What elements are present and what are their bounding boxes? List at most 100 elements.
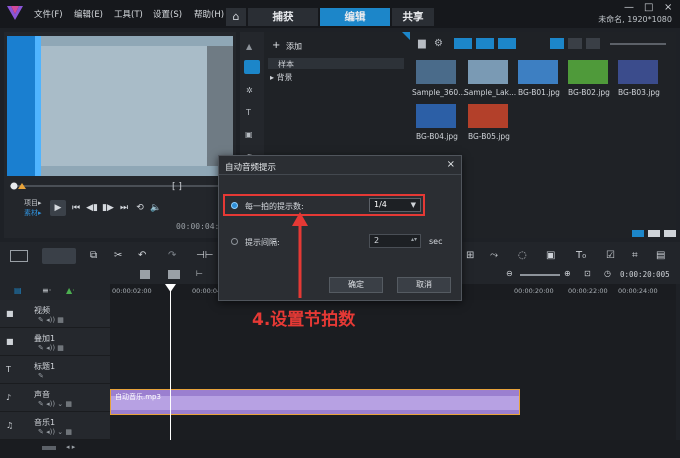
add-icon[interactable]: +: [272, 40, 280, 51]
cue-interval-radio[interactable]: [231, 238, 238, 245]
snap-icon[interactable]: ⊢: [196, 269, 203, 278]
play-button[interactable]: ▶: [50, 200, 66, 216]
subtitle-icon[interactable]: ▤: [656, 250, 665, 261]
repeat-icon[interactable]: ⟲: [132, 200, 148, 216]
library-option-icon[interactable]: [632, 230, 644, 237]
timeline-view-icon[interactable]: [42, 248, 76, 264]
undo-icon[interactable]: ↶: [138, 250, 146, 261]
ripple-icon[interactable]: ≡·: [42, 286, 51, 295]
track-header-video[interactable]: ■ 视频 ✎ ◂)) ▦: [0, 300, 110, 328]
auto-music-icon[interactable]: [168, 270, 180, 279]
fit-icon[interactable]: ⊣⊢: [196, 250, 213, 261]
library-option2-icon[interactable]: [648, 230, 660, 237]
storyboard-view-icon[interactable]: [10, 250, 28, 262]
menu-file[interactable]: 文件(F): [34, 8, 63, 20]
tree-item-background[interactable]: ▸ 背景: [270, 72, 293, 83]
close-icon[interactable]: ×: [447, 159, 455, 170]
menu-settings[interactable]: 设置(S): [153, 8, 182, 20]
video-filter-icon[interactable]: [454, 38, 472, 49]
thumb-sample-360[interactable]: [416, 60, 456, 84]
clock-icon[interactable]: ◷: [604, 269, 611, 278]
playhead[interactable]: [170, 284, 171, 440]
toolbar-tools-icon[interactable]: ✂: [114, 250, 122, 261]
folder-icon[interactable]: ▆: [418, 38, 426, 49]
track-header-title[interactable]: T 标题1 ✎: [0, 356, 110, 384]
project-mode-label[interactable]: 项目▸: [24, 198, 42, 208]
tab-edit[interactable]: 编辑: [320, 8, 390, 26]
zoom-in-icon[interactable]: ⊕: [564, 269, 571, 278]
home-tab-icon[interactable]: ⌂: [226, 8, 246, 26]
thumb-bg-b01[interactable]: [518, 60, 558, 84]
audio-clip[interactable]: 自动音乐.mp3: [110, 389, 520, 415]
motion-icon[interactable]: ⤳: [490, 250, 498, 261]
redo-icon[interactable]: ↷: [168, 250, 176, 261]
menu-help[interactable]: 帮助(H): [194, 8, 224, 20]
menu-tools[interactable]: 工具(T): [114, 8, 143, 20]
go-to-end-icon[interactable]: ⏭: [116, 200, 132, 216]
minimize-button[interactable]: —: [624, 2, 634, 13]
preview-scrub-bar[interactable]: [10, 182, 220, 190]
previous-frame-icon[interactable]: ◀▮: [84, 200, 100, 216]
media-icon[interactable]: [244, 60, 260, 74]
tree-item-sample[interactable]: 样本: [268, 58, 404, 69]
title-icon[interactable]: T: [246, 108, 251, 117]
zoom-slider[interactable]: [520, 274, 560, 276]
thumb-bg-b02[interactable]: [568, 60, 608, 84]
track-manager-icon[interactable]: ⊞: [466, 250, 474, 261]
scroll-arrows-icon[interactable]: ◂ ▸: [66, 443, 75, 451]
volume-icon[interactable]: 🔈: [148, 200, 164, 216]
timeline-scrollbar[interactable]: ◂ ▸: [0, 440, 680, 458]
close-window-button[interactable]: ×: [664, 2, 672, 13]
checkbox-icon[interactable]: ☑: [606, 250, 615, 261]
collapse-up-icon[interactable]: ▲: [246, 42, 252, 51]
track-header-voice[interactable]: ♪ 声音 ✎ ◂)) ⌄ ▦: [0, 384, 110, 412]
tab-share[interactable]: 共享: [392, 8, 434, 26]
clip-mode-label[interactable]: 素材▸: [24, 208, 42, 218]
beats-per-cue-radio[interactable]: [231, 202, 238, 209]
thumb-bg-b04[interactable]: [416, 104, 456, 128]
menu-edit[interactable]: 编辑(E): [74, 8, 103, 20]
graphics-icon[interactable]: ▣: [245, 130, 253, 139]
add-folder-label[interactable]: 添加: [286, 41, 302, 52]
chapter-icon[interactable]: ⌗: [632, 250, 638, 261]
beats-per-cue-select[interactable]: 1/4 ▼: [369, 198, 421, 212]
track-options-icon[interactable]: ✎ ◂)) ▦: [38, 316, 64, 324]
text-icon[interactable]: T₀: [576, 250, 586, 261]
photo-filter-icon[interactable]: [476, 38, 494, 49]
track-options-icon[interactable]: ✎ ◂)) ▦: [38, 344, 64, 352]
list-view-icon[interactable]: [568, 38, 582, 49]
track-options-icon[interactable]: ✎ ◂)) ⌄ ▦: [38, 400, 72, 408]
trim-bracket-buttons[interactable]: [ ]: [172, 182, 182, 192]
transition-icon[interactable]: ✲: [246, 86, 253, 95]
stepper-icon[interactable]: ▴▾: [411, 234, 417, 246]
track-header-overlay[interactable]: ■ 叠加1 ✎ ◂)) ▦: [0, 328, 110, 356]
tab-capture[interactable]: 捕获: [248, 8, 318, 26]
preview-timecode[interactable]: 00:00:04:0: [176, 222, 224, 231]
toolbar-swap-icon[interactable]: ⧉: [90, 250, 97, 261]
library-option3-icon[interactable]: [664, 230, 676, 237]
track-area[interactable]: [110, 300, 676, 440]
fit-project-icon[interactable]: ⊡: [584, 269, 591, 278]
sort-icon[interactable]: [586, 38, 600, 49]
timeline-timecode[interactable]: 0:00:20:005: [620, 270, 670, 279]
next-frame-icon[interactable]: ▮▶: [100, 200, 116, 216]
track-options-icon[interactable]: ✎ ◂)) ⌄ ▦: [38, 428, 72, 436]
ok-button[interactable]: 确定: [329, 277, 383, 293]
mask-icon[interactable]: ◌: [518, 250, 527, 261]
track-options-icon[interactable]: ✎: [38, 372, 44, 380]
thumb-bg-b03[interactable]: [618, 60, 658, 84]
audio-filter-icon[interactable]: [498, 38, 516, 49]
gear-icon[interactable]: ⚙: [434, 38, 443, 49]
thumbnail-size-slider[interactable]: [610, 43, 666, 45]
zoom-out-icon[interactable]: ⊖: [506, 269, 513, 278]
maximize-button[interactable]: □: [644, 2, 653, 13]
scroll-thumb[interactable]: [42, 446, 56, 450]
screen-capture-icon[interactable]: ▣: [546, 250, 555, 261]
track-header-music[interactable]: ♫ 音乐1 ✎ ◂)) ⌄ ▦: [0, 412, 110, 440]
thumbnail-view-icon[interactable]: [550, 38, 564, 49]
thumb-bg-b05[interactable]: [468, 104, 508, 128]
mixer-icon[interactable]: [140, 270, 150, 279]
cue-interval-input[interactable]: 2 ▴▾: [369, 234, 421, 248]
thumb-sample-lake[interactable]: [468, 60, 508, 84]
show-all-tracks-icon[interactable]: ▤: [14, 286, 22, 295]
